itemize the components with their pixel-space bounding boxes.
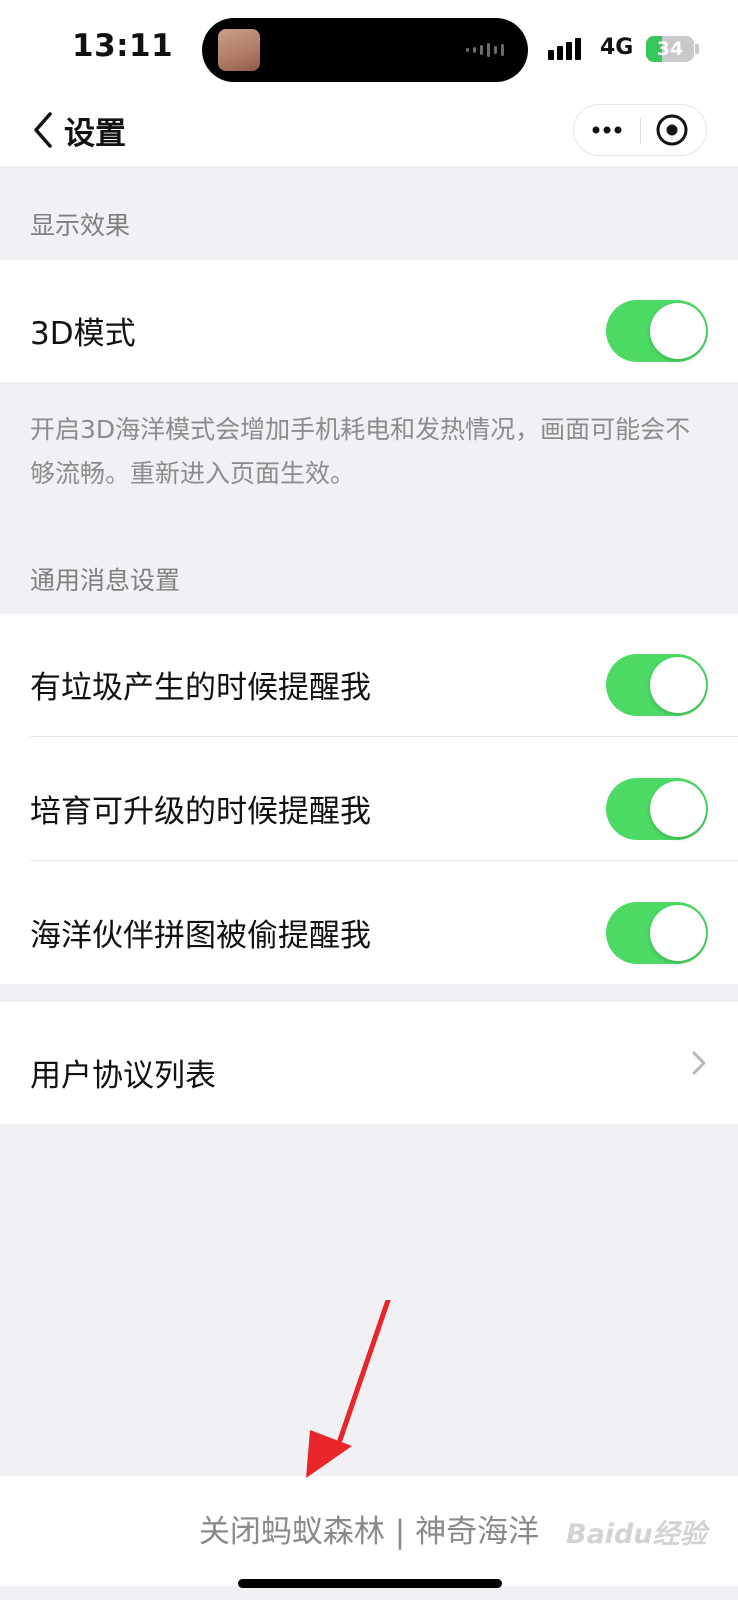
- toggle-puzzle-stolen-reminder[interactable]: [606, 902, 708, 964]
- toggle-3d-mode[interactable]: [606, 300, 708, 362]
- back-chevron-icon[interactable]: [30, 110, 60, 150]
- setting-row-3d-mode: 3D模式: [0, 260, 738, 382]
- user-agreements-label: 用户协议列表: [30, 1058, 216, 1094]
- setting-label-3d-mode: 3D模式: [30, 316, 136, 352]
- setting-label-upgrade-reminder: 培育可升级的时候提醒我: [30, 794, 371, 830]
- toggle-knob: [650, 303, 706, 359]
- capsule-divider: [640, 118, 641, 144]
- section-header-notifications: 通用消息设置: [30, 566, 181, 595]
- baidu-watermark-logo: Baidu经验: [566, 1519, 707, 1550]
- miniprogram-capsule: [573, 104, 707, 156]
- status-bar: 13:11 4G 34: [0, 0, 738, 96]
- network-type: 4G: [600, 35, 634, 60]
- annotation-arrow-icon: [306, 1300, 391, 1478]
- battery-icon: 34: [646, 36, 694, 62]
- notification-settings-group: 有垃圾产生的时候提醒我 培育可升级的时候提醒我 海洋伙伴拼图被偷提醒我: [0, 614, 738, 984]
- toggle-knob: [650, 781, 706, 837]
- battery-percentage: 34: [656, 38, 684, 60]
- 3d-mode-hint: 开启3D海洋模式会增加手机耗电和发热情况，画面可能会不够流畅。重新进入页面生效。: [30, 415, 691, 488]
- toggle-knob: [650, 905, 706, 961]
- now-playing-thumbnail: [218, 29, 260, 71]
- audio-wave-icon: [466, 42, 504, 58]
- setting-label-trash-reminder: 有垃圾产生的时候提醒我: [30, 670, 371, 706]
- user-agreements-row[interactable]: 用户协议列表: [0, 1002, 738, 1124]
- cellular-signal-icon: [548, 38, 581, 60]
- chevron-right-icon: [692, 1051, 706, 1075]
- status-time: 13:11: [72, 28, 174, 64]
- row-divider: [30, 736, 738, 737]
- home-indicator[interactable]: [238, 1579, 502, 1588]
- toggle-knob: [650, 657, 706, 713]
- close-miniprogram-icon[interactable]: [642, 105, 706, 155]
- more-options-icon[interactable]: [574, 105, 640, 155]
- battery-tip: [695, 44, 699, 54]
- navigation-bar: 设置: [0, 96, 738, 166]
- section-header-display: 显示效果: [30, 211, 131, 240]
- dynamic-island[interactable]: [202, 18, 528, 82]
- row-divider: [30, 860, 738, 861]
- page-title: 设置: [64, 116, 126, 152]
- toggle-upgrade-reminder[interactable]: [606, 778, 708, 840]
- setting-label-puzzle-stolen-reminder: 海洋伙伴拼图被偷提醒我: [30, 918, 371, 954]
- toggle-trash-reminder[interactable]: [606, 654, 708, 716]
